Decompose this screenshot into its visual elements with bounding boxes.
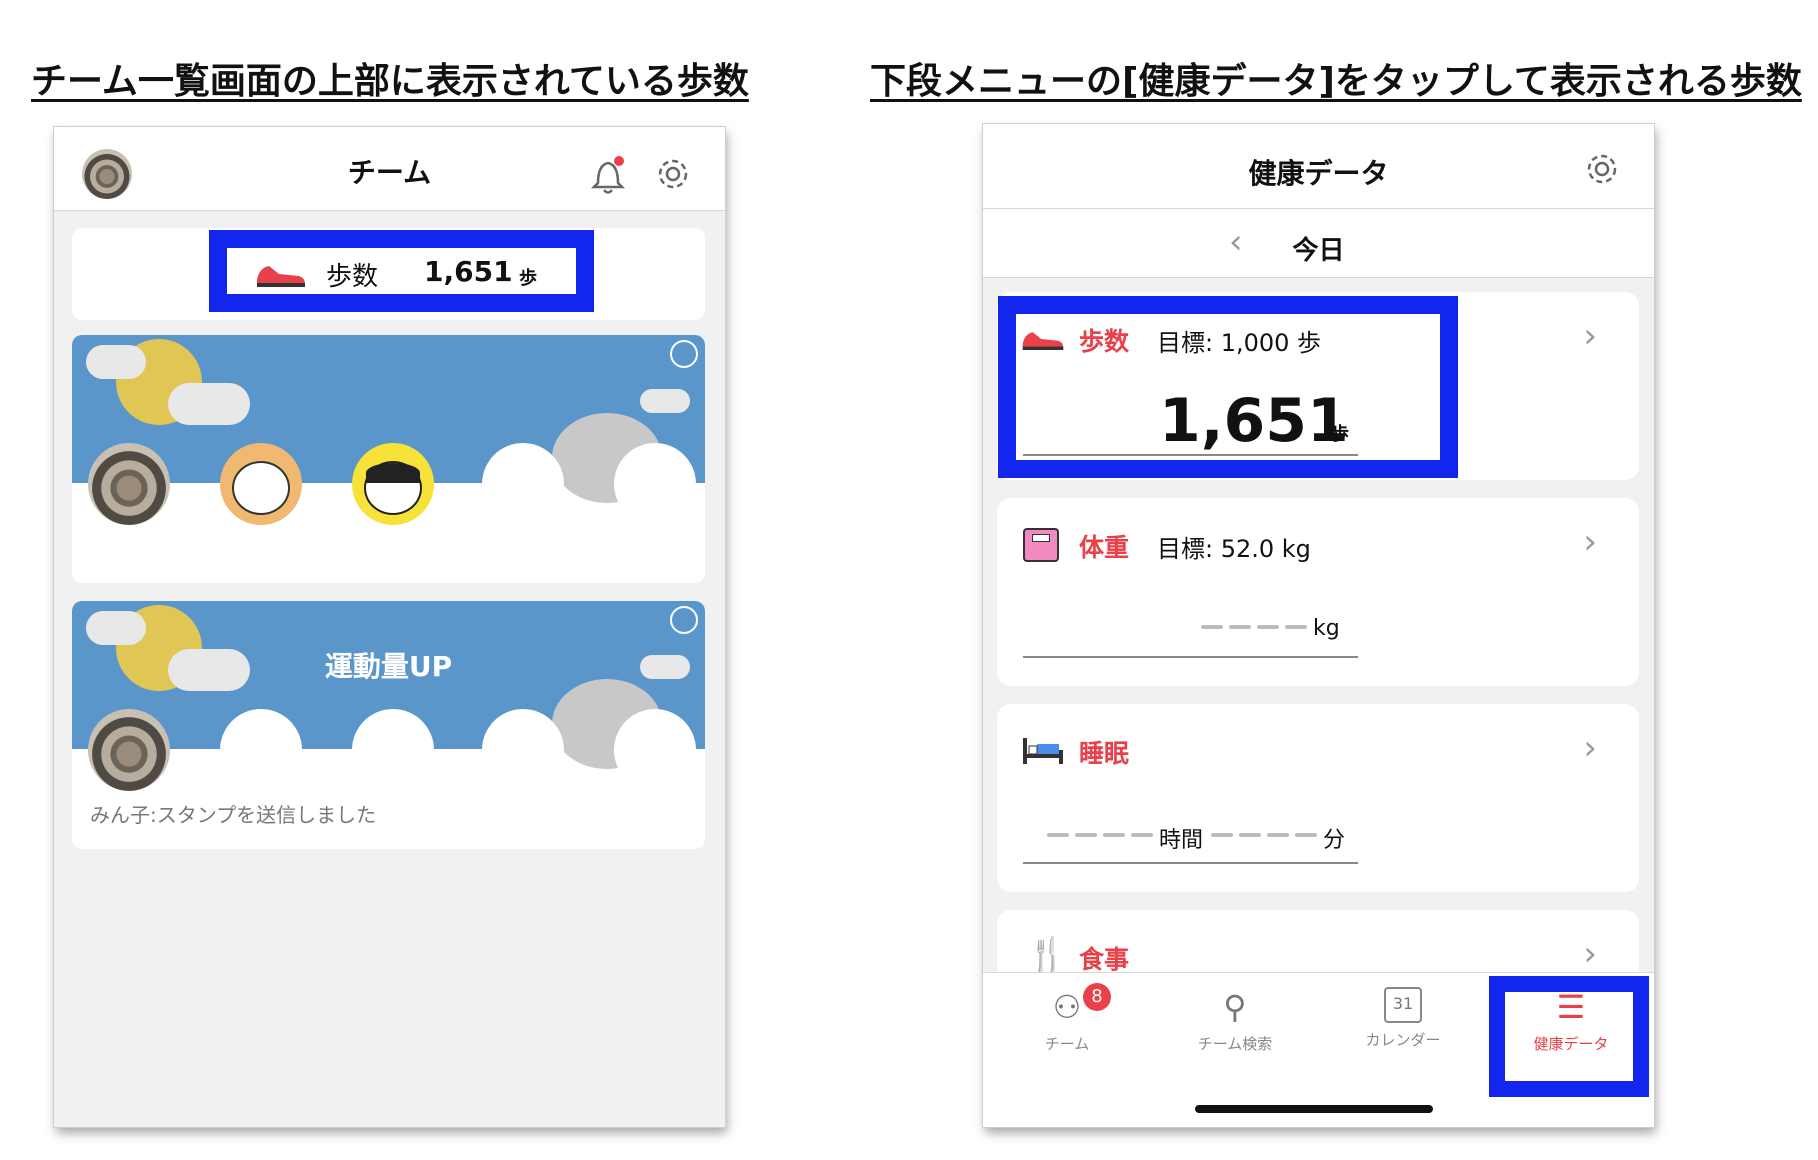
- cloud-image: [86, 611, 146, 645]
- team-card[interactable]: [72, 335, 705, 583]
- right-heading: 下段メニューの[健康データ]をタップして表示される歩数: [870, 61, 1802, 102]
- member-avatar[interactable]: [88, 709, 170, 791]
- cat-avatar[interactable]: [220, 443, 302, 525]
- chevron-right-icon[interactable]: ›: [1583, 934, 1597, 974]
- gear-icon[interactable]: [1583, 150, 1621, 188]
- sleep-label: 睡眠: [1079, 739, 1130, 768]
- weight-label: 体重: [1079, 533, 1130, 562]
- empty-member-slot: [352, 709, 434, 791]
- minutes-placeholder: [1211, 824, 1323, 843]
- scale-icon: [1023, 528, 1059, 562]
- chevron-right-icon[interactable]: ›: [1583, 728, 1597, 768]
- tab-team-search[interactable]: ⚲ チーム検索: [1151, 973, 1319, 1127]
- empty-member-slot: [220, 709, 302, 791]
- cloud-image: [86, 345, 146, 379]
- member-avatar[interactable]: [88, 443, 170, 525]
- value-underline: [1023, 862, 1358, 864]
- select-radio[interactable]: [670, 606, 698, 634]
- meal-label: 食事: [1079, 945, 1130, 974]
- empty-member-slot: [482, 443, 564, 525]
- cat-avatar[interactable]: [352, 443, 434, 525]
- value-underline: [1023, 656, 1358, 658]
- hours-unit: 時間: [1159, 828, 1204, 853]
- cloud-image: [640, 389, 690, 413]
- sleep-row[interactable]: 睡眠 時間 分 ›: [997, 704, 1639, 892]
- bed-icon: [1023, 738, 1063, 764]
- team-name: 運動量UP: [324, 650, 453, 683]
- select-radio[interactable]: [670, 340, 698, 368]
- tab-label: チーム検索: [1197, 1035, 1273, 1053]
- gear-icon[interactable]: [654, 155, 692, 193]
- tab-label: カレンダー: [1365, 1031, 1441, 1049]
- tab-calendar[interactable]: 31 カレンダー: [1319, 973, 1487, 1127]
- cloud-image: [168, 383, 250, 425]
- health-screen: 健康データ ‹ 今日 歩数 目標: 1,000 歩 1,651 歩 › 体重 目…: [983, 124, 1654, 1127]
- team-card[interactable]: 運動量UP みん子:スタンプを送信しました: [72, 601, 705, 849]
- minutes-unit: 分: [1323, 828, 1346, 853]
- highlight-box: [998, 296, 1458, 478]
- team-screen: チーム 歩数 1,651 歩 運動量UP みん子:スタンプを送信しました: [54, 127, 725, 1127]
- search-icon: ⚲: [1223, 988, 1247, 1026]
- hours-placeholder: [1047, 824, 1159, 843]
- chevron-right-icon[interactable]: ›: [1583, 316, 1597, 356]
- empty-member-slot: [482, 709, 564, 791]
- weight-row[interactable]: 体重 目標: 52.0 kg kg ›: [997, 498, 1639, 686]
- page-title: 健康データ: [1248, 157, 1389, 190]
- tab-team[interactable]: ⚇ チーム 8: [983, 973, 1151, 1127]
- fork-knife-icon: 🍴: [1027, 935, 1067, 973]
- bell-icon[interactable]: [588, 153, 628, 197]
- health-header: 健康データ ‹ 今日: [983, 124, 1654, 278]
- team-icon: ⚇: [1052, 988, 1082, 1026]
- tab-label: チーム: [1044, 1035, 1090, 1053]
- chevron-right-icon[interactable]: ›: [1583, 522, 1597, 562]
- empty-member-slot: [614, 709, 696, 791]
- empty-member-slot: [614, 443, 696, 525]
- home-indicator: [1195, 1105, 1433, 1113]
- weight-unit: kg: [1313, 616, 1340, 641]
- notification-badge: 8: [1083, 983, 1111, 1011]
- team-header: チーム: [54, 127, 725, 211]
- calendar-icon: 31: [1384, 987, 1422, 1023]
- weight-goal: 目標: 52.0 kg: [1157, 535, 1311, 563]
- weight-placeholder: [1201, 616, 1313, 635]
- day-label: 今日: [1292, 236, 1345, 266]
- team-message: みん子:スタンプを送信しました: [90, 803, 377, 827]
- highlight-box: [1489, 976, 1649, 1097]
- left-heading: チーム一覧画面の上部に表示されている歩数: [31, 61, 749, 102]
- highlight-box: [209, 230, 594, 312]
